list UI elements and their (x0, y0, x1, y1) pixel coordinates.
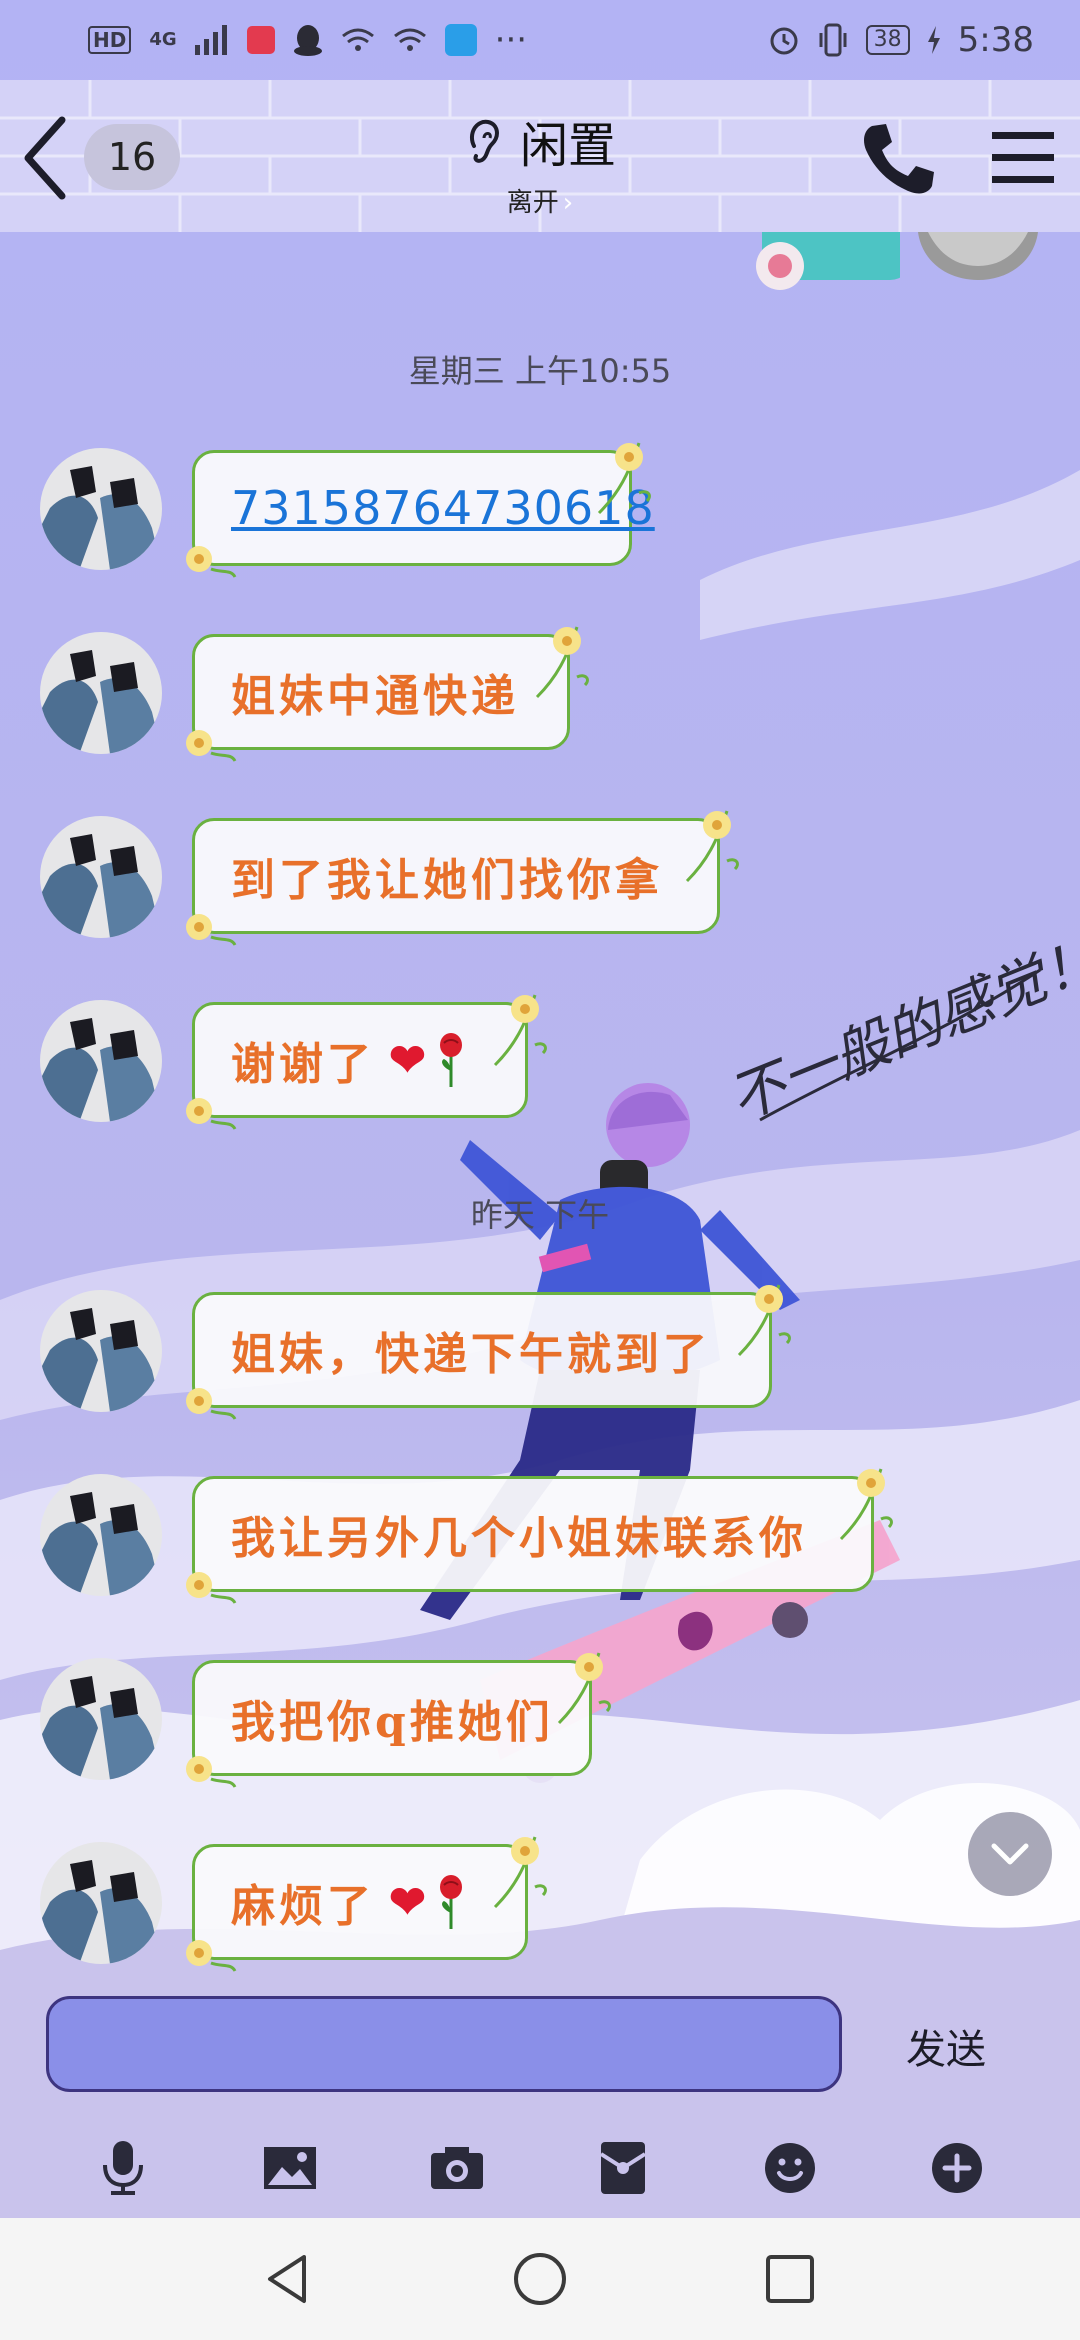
wallpaper-graffiti: 不一般的感觉！ (720, 926, 1070, 1130)
message-bubble[interactable]: 姐妹，快递下午就到了 (186, 1284, 791, 1420)
scroll-to-bottom-button[interactable] (968, 1812, 1052, 1896)
charging-icon (927, 26, 940, 54)
battery-level: 38 (865, 25, 910, 55)
message-bubble[interactable]: 到了我让她们找你拿 (186, 810, 739, 946)
app-notification-icon (444, 24, 477, 56)
plus-icon[interactable] (927, 2138, 987, 2198)
hd-indicator: HD (88, 26, 132, 54)
message-timestamp: 昨天 下午 (470, 1196, 610, 1234)
emoji-icon[interactable] (760, 2138, 820, 2198)
message-bubble[interactable]: 我让另外几个小姐妹联系你 (186, 1468, 893, 1604)
more-notifications: ··· (494, 20, 528, 60)
flower-decoration-icon (186, 1098, 237, 1130)
flower-decoration-icon (535, 626, 589, 699)
graffiti-text: 不一般的感觉！ (720, 926, 1070, 1130)
microphone-icon[interactable] (93, 2138, 153, 2198)
camera-icon[interactable] (427, 2138, 487, 2198)
red-packet-icon[interactable] (593, 2138, 653, 2198)
phone-call-icon[interactable] (858, 118, 938, 198)
message-input[interactable] (46, 1996, 842, 2092)
contact-avatar[interactable] (40, 1474, 162, 1596)
nav-home-icon[interactable] (510, 2249, 570, 2309)
message-bubble[interactable]: 7315876473061​8 (186, 442, 654, 578)
flower-decoration-icon (839, 1468, 893, 1541)
previous-message-peek (756, 232, 900, 290)
heart-emoji: ❤ (389, 1034, 426, 1086)
flower-decoration-icon (493, 1836, 547, 1909)
wifi-icon-2 (393, 28, 426, 51)
message-text: 姐妹中通快递 (231, 671, 519, 722)
message-bubble[interactable]: 我把你q推她们 (186, 1652, 611, 1788)
message-text: 我把你q推她们 (231, 1697, 554, 1748)
flower-decoration-icon (186, 1572, 237, 1604)
status-chevron-icon: › (562, 188, 574, 218)
contact-avatar[interactable] (40, 1290, 162, 1412)
image-icon[interactable] (260, 2138, 320, 2198)
alarm-icon (770, 27, 798, 55)
contact-avatar[interactable] (40, 1000, 162, 1122)
own-avatar-peek (918, 232, 1038, 280)
flower-decoration-icon (186, 1388, 237, 1420)
contact-avatar[interactable] (40, 632, 162, 754)
heart-emoji: ❤ (389, 1876, 426, 1928)
message-bubble[interactable]: 姐妹中通快递 (186, 626, 589, 762)
flower-decoration-icon (186, 1940, 237, 1972)
flower-decoration-icon (597, 442, 651, 515)
chat-toolbar (0, 2118, 1080, 2218)
message-timestamp: 星期三 上午10:55 (408, 352, 672, 390)
message-text: 我让另外几个小姐妹联系你 (231, 1513, 807, 1564)
vibrate-icon (819, 23, 847, 57)
signal-icon (194, 25, 227, 55)
contact-avatar[interactable] (40, 448, 162, 570)
contact-avatar[interactable] (40, 816, 162, 938)
rose-emoji-icon (439, 1033, 462, 1087)
network-type: 4G (149, 29, 177, 50)
contact-avatar[interactable] (40, 1658, 162, 1780)
chevron-down-icon (991, 1843, 1029, 1865)
message-bubble[interactable]: 谢谢了 ❤ (186, 994, 547, 1130)
rose-emoji-icon (439, 1875, 462, 1929)
flower-decoration-icon (186, 730, 237, 762)
nav-back-icon[interactable] (260, 2249, 320, 2309)
chat-header: 16 闲置 离开 › (0, 80, 1080, 232)
wifi-icon (341, 28, 374, 51)
nav-recents-icon[interactable] (760, 2249, 820, 2309)
message-text: 到了我让她们找你拿 (231, 855, 663, 906)
flower-decoration-icon (186, 914, 237, 946)
contact-avatar[interactable] (40, 1842, 162, 1964)
flower-decoration-icon (186, 1756, 237, 1788)
clock: 5:38 (957, 20, 1034, 60)
flower-decoration-icon (493, 994, 547, 1067)
flower-decoration-icon (186, 546, 237, 578)
flower-decoration-icon (557, 1652, 611, 1725)
send-button[interactable]: 发送 (876, 2016, 1016, 2076)
chat-title: 闲置 (519, 118, 616, 174)
message-bubble[interactable]: 麻烦了 ❤ (186, 1836, 547, 1972)
message-text: 谢谢了 (231, 1039, 375, 1090)
menu-icon[interactable] (990, 128, 1056, 188)
message-text: 麻烦了 (231, 1881, 375, 1932)
qq-icon (293, 25, 322, 56)
earpiece-mode-icon (469, 119, 499, 163)
status-text: 离开 (506, 188, 559, 218)
flower-decoration-icon (685, 810, 739, 883)
flower-decoration-icon (737, 1284, 791, 1357)
status-bar: HD 4G ··· 38 5:38 (0, 0, 1080, 80)
message-text: 姐妹，快递下午就到了 (231, 1329, 711, 1380)
calendar-app-icon (246, 26, 275, 54)
system-navigation-bar (0, 2218, 1080, 2340)
